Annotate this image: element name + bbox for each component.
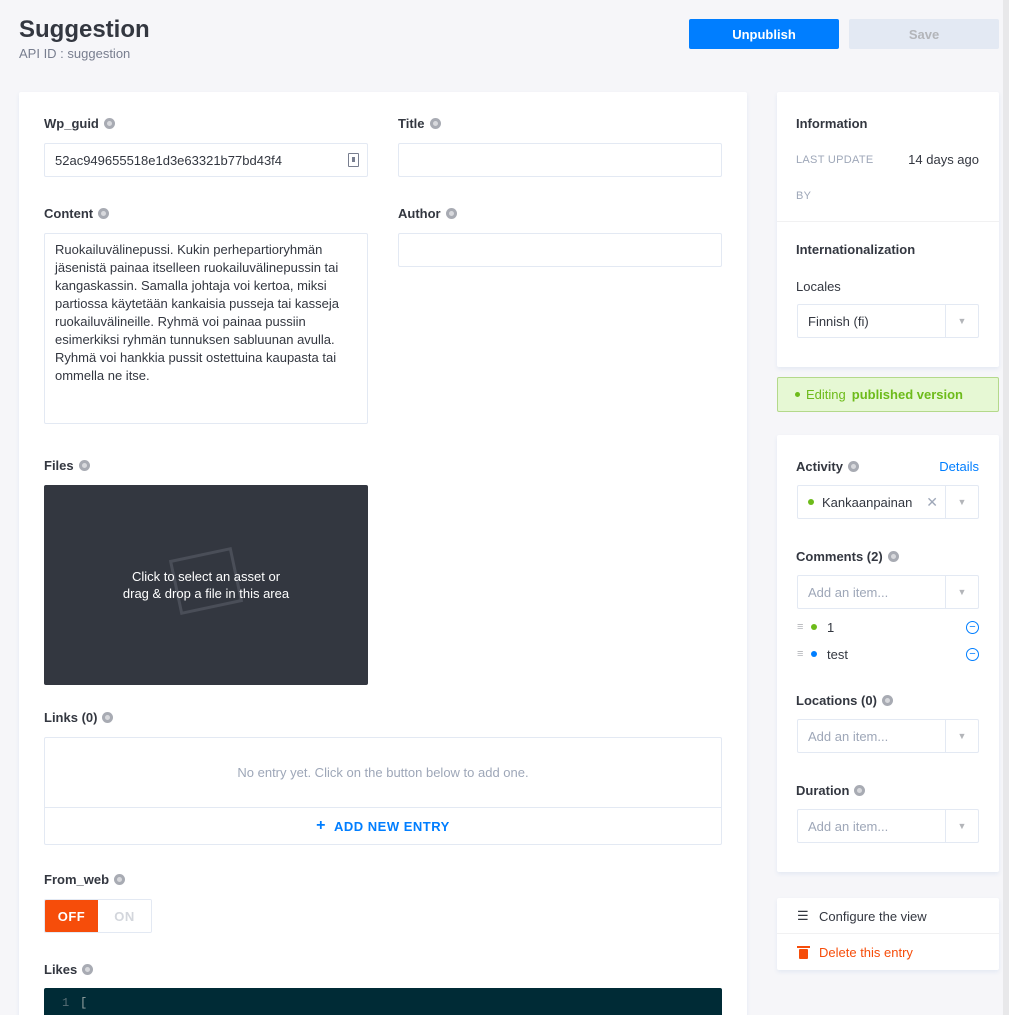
chevron-down-icon: ▼ (945, 720, 978, 752)
i18n-title: Internationalization (796, 242, 916, 257)
toggle-on-option[interactable]: ON (98, 900, 151, 932)
file-dropzone[interactable]: Click to select an asset or drag & drop … (44, 485, 368, 685)
likes-label: Likes (44, 962, 94, 977)
links-empty-text: No entry yet. Click on the button below … (45, 738, 721, 808)
trash-icon (797, 945, 811, 959)
chevron-down-icon: ▼ (945, 486, 978, 518)
status-dot (808, 499, 814, 505)
add-new-entry-button[interactable]: + ADD NEW ENTRY (45, 808, 721, 844)
wp-guid-field[interactable]: 52ac949655518e1d3e63321b77bd43f4 (44, 143, 368, 177)
delete-entry-button[interactable]: Delete this entry (777, 934, 999, 970)
uid-icon[interactable] (348, 153, 359, 167)
info-icon (881, 695, 893, 706)
layout-icon: ☰ (797, 908, 809, 923)
toggle-off-option[interactable]: OFF (45, 900, 98, 932)
unpublish-button[interactable]: Unpublish (689, 19, 839, 49)
author-label: Author (398, 206, 457, 221)
info-icon (429, 118, 441, 129)
information-card: Information LAST UPDATE 14 days ago BY I… (777, 92, 999, 367)
dropzone-text-line2: drag & drop a file in this area (122, 586, 290, 601)
save-button[interactable]: Save (849, 19, 999, 49)
author-field[interactable] (398, 233, 722, 267)
last-update-value: 14 days ago (908, 152, 979, 167)
content-label: Content (44, 206, 110, 221)
locations-label: Locations (0) (796, 693, 893, 708)
line-number: 1 (62, 996, 70, 1010)
info-icon (78, 460, 90, 471)
dropzone-text-line1: Click to select an asset or (131, 569, 281, 584)
comments-label: Comments (2) (796, 549, 899, 564)
info-icon (847, 461, 859, 472)
configure-view-button[interactable]: ☰ Configure the view (777, 898, 999, 934)
plus-icon: + (316, 817, 327, 834)
page-scrollbar[interactable] (1003, 0, 1009, 1015)
title-label: Title (398, 116, 441, 131)
details-link[interactable]: Details (939, 459, 979, 474)
relations-card: Activity Details Kankaanpainan ✕ ▼ Comme… (777, 435, 999, 872)
actions-card: ☰ Configure the view Delete this entry (777, 898, 999, 970)
information-title: Information (796, 116, 868, 131)
remove-icon[interactable]: − (966, 620, 979, 634)
info-icon (103, 118, 115, 129)
activity-label: Activity (796, 459, 859, 474)
status-badge: Editing published version (777, 377, 999, 412)
json-code: [ (80, 996, 88, 1010)
divider (777, 221, 999, 222)
status-dot (811, 651, 817, 657)
duration-select[interactable]: Add an item... ▼ (797, 809, 979, 843)
content-textarea[interactable]: Ruokailuvälinepussi. Kukin perhepartiory… (44, 233, 368, 424)
info-icon (854, 785, 866, 796)
info-icon (98, 208, 110, 219)
links-relation-box: No entry yet. Click on the button below … (44, 737, 722, 845)
list-item[interactable]: ≡ test − (797, 645, 979, 663)
status-dot (811, 624, 817, 630)
from-web-toggle[interactable]: OFF ON (44, 899, 152, 933)
chevron-down-icon: ▼ (945, 305, 978, 337)
edit-form-card: Wp_guid 52ac949655518e1d3e63321b77bd43f4… (19, 92, 747, 1015)
by-label: BY (796, 190, 812, 202)
activity-select[interactable]: Kankaanpainan ✕ ▼ (797, 485, 979, 519)
chevron-down-icon: ▼ (945, 576, 978, 608)
list-item[interactable]: ≡ 1 − (797, 618, 979, 636)
locations-select[interactable]: Add an item... ▼ (797, 719, 979, 753)
info-icon (102, 712, 114, 723)
info-icon (114, 874, 126, 885)
links-label: Links (0) (44, 710, 114, 725)
locales-label: Locales (796, 279, 841, 294)
page-title: Suggestion (19, 16, 150, 43)
drag-handle-icon[interactable]: ≡ (797, 648, 811, 660)
close-icon[interactable]: ✕ (926, 494, 938, 511)
info-icon (82, 964, 94, 975)
from-web-label: From_web (44, 872, 126, 887)
info-icon (445, 208, 457, 219)
last-update-label: LAST UPDATE (796, 154, 874, 166)
api-id-text: API ID : suggestion (19, 46, 131, 61)
title-field[interactable] (398, 143, 722, 177)
files-label: Files (44, 458, 90, 473)
page-header: Suggestion API ID : suggestion (19, 16, 150, 61)
likes-json-editor[interactable]: 1 [ (44, 988, 722, 1015)
remove-icon[interactable]: − (966, 647, 979, 661)
comments-select[interactable]: Add an item... ▼ (797, 575, 979, 609)
locale-select[interactable]: Finnish (fi) ▼ (797, 304, 979, 338)
drag-handle-icon[interactable]: ≡ (797, 621, 811, 633)
info-icon (887, 551, 899, 562)
chevron-down-icon: ▼ (945, 810, 978, 842)
duration-label: Duration (796, 783, 866, 798)
status-dot (795, 392, 800, 397)
wp-guid-label: Wp_guid (44, 116, 115, 131)
